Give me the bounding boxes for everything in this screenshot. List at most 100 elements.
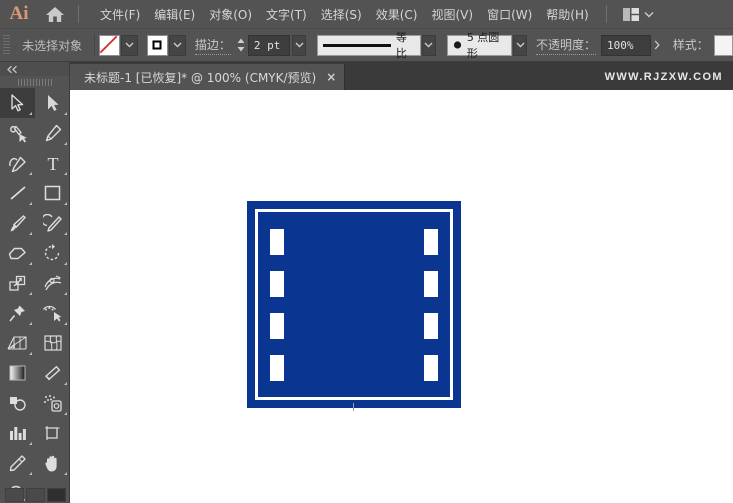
fill-dropdown-button[interactable] — [120, 34, 138, 56]
document-tab-title: 未标题-1 [已恢复]* @ 100% (CMYK/预览) — [84, 70, 317, 85]
fill-swatch-group[interactable] — [98, 34, 138, 56]
menu-help[interactable]: 帮助(H) — [539, 2, 595, 27]
arrange-documents-button[interactable] — [622, 7, 654, 21]
stroke-dropdown-button[interactable] — [168, 34, 186, 56]
eraser-icon — [8, 247, 26, 259]
tool-eyedropper[interactable] — [35, 358, 70, 388]
tool-rectangle[interactable] — [35, 178, 70, 208]
tools-panel-grip[interactable] — [0, 76, 69, 88]
color-mode-buttons — [0, 487, 70, 503]
tool-group-corner — [64, 202, 67, 205]
tool-gradient[interactable] — [0, 358, 35, 388]
tool-group-corner — [29, 352, 32, 355]
curvature-icon — [8, 156, 26, 172]
tool-hand[interactable] — [35, 448, 70, 478]
opacity-options-button[interactable] — [651, 35, 664, 56]
tool-group-corner — [29, 202, 32, 205]
perforation-left-4 — [270, 355, 284, 381]
tool-group-corner — [64, 142, 67, 145]
tool-perspective-grid[interactable] — [0, 328, 35, 358]
close-icon[interactable]: × — [326, 70, 336, 84]
stroke-weight-dropdown-button[interactable] — [292, 34, 306, 56]
tool-type[interactable]: T — [35, 148, 70, 178]
tool-eraser[interactable] — [0, 238, 35, 268]
tool-free-transform[interactable] — [0, 298, 35, 328]
tool-artboard[interactable] — [35, 418, 70, 448]
document-canvas[interactable] — [70, 90, 733, 503]
tool-mesh[interactable] — [35, 328, 70, 358]
stroke-profile-label: 等比 — [395, 31, 407, 60]
tools-panel-collapse-button[interactable] — [0, 62, 69, 76]
tool-selection[interactable] — [0, 88, 35, 118]
stroke-profile-combo[interactable]: 等比 — [316, 31, 421, 60]
artboard-icon — [45, 426, 60, 440]
document-tab[interactable]: 未标题-1 [已恢复]* @ 100% (CMYK/预览) × — [70, 64, 346, 90]
tool-pen[interactable] — [35, 118, 70, 148]
gradient-mode-button[interactable] — [25, 488, 45, 502]
tool-curvature[interactable] — [0, 148, 35, 178]
menu-select[interactable]: 选择(S) — [314, 2, 369, 27]
brush-definition-dropdown-button[interactable] — [513, 34, 527, 56]
tool-group-corner — [64, 262, 67, 265]
menu-view[interactable]: 视图(V) — [424, 2, 480, 27]
tool-direct-selection[interactable] — [35, 88, 70, 118]
tool-shape-builder[interactable] — [35, 298, 70, 328]
menu-window[interactable]: 窗口(W) — [480, 2, 539, 27]
stroke-weight-stepper[interactable] — [236, 37, 246, 53]
arrange-documents-icon — [622, 7, 639, 21]
graphic-style-swatch[interactable] — [713, 34, 733, 56]
tool-magic-wand[interactable] — [0, 118, 35, 148]
control-divider-1 — [94, 34, 95, 56]
gradient-icon — [9, 365, 26, 381]
brush-definition-combo[interactable]: 5 点圆形 — [446, 31, 513, 60]
stroke-weight-label[interactable]: 描边： — [194, 36, 231, 55]
tool-group-corner — [64, 232, 67, 235]
width-warp-icon — [43, 274, 61, 290]
tool-shaper[interactable] — [35, 208, 70, 238]
stroke-weight-input[interactable]: 2 pt — [247, 34, 291, 56]
tool-blend[interactable] — [0, 388, 35, 418]
ai-logo: Ai — [9, 3, 29, 24]
color-mode-button[interactable] — [4, 488, 24, 502]
shaper-pencil-icon — [42, 213, 62, 232]
tool-column-graph[interactable] — [0, 418, 35, 448]
tool-group-corner — [64, 112, 67, 115]
slice-knife-icon — [9, 454, 26, 471]
tool-line-segment[interactable] — [0, 178, 35, 208]
stroke-swatch-group[interactable] — [146, 34, 186, 56]
control-bar-grip[interactable] — [3, 35, 11, 55]
tool-slice[interactable] — [0, 448, 35, 478]
perspective-grid-icon — [7, 335, 27, 350]
rotate-icon — [44, 244, 60, 261]
none-mode-button[interactable] — [46, 488, 66, 502]
tool-group-corner — [29, 172, 32, 175]
stroke-swatch[interactable] — [146, 34, 168, 56]
opacity-label[interactable]: 不透明度： — [535, 36, 596, 55]
menu-effect[interactable]: 效果(C) — [369, 2, 425, 27]
menu-object[interactable]: 对象(O) — [202, 2, 259, 27]
tool-paintbrush[interactable] — [0, 208, 35, 238]
fill-swatch[interactable] — [98, 34, 120, 56]
opacity-input[interactable]: 100% — [600, 34, 652, 56]
perforation-left-3 — [270, 313, 284, 339]
tool-width[interactable] — [35, 268, 70, 298]
menu-edit[interactable]: 编辑(E) — [147, 2, 202, 27]
tool-group-corner — [64, 382, 67, 385]
perforation-right-1 — [424, 229, 438, 255]
chevron-down-icon — [644, 11, 654, 17]
tool-group-corner — [64, 322, 67, 325]
menu-type[interactable]: 文字(T) — [259, 2, 314, 27]
eyedropper-icon — [45, 365, 61, 381]
line-segment-icon — [9, 186, 26, 200]
tool-group-corner — [64, 412, 67, 415]
stroke-profile-dropdown-button[interactable] — [421, 34, 436, 56]
stepper-updown-icon — [237, 38, 245, 52]
film-strip-artwork[interactable] — [247, 201, 461, 411]
tool-rotate[interactable] — [35, 238, 70, 268]
tool-scale[interactable] — [0, 268, 35, 298]
tool-symbol-sprayer[interactable] — [35, 388, 70, 418]
illustrator-window: Ai 文件(F) 编辑(E) 对象(O) 文字(T) 选择(S) 效果(C) 视… — [0, 0, 733, 503]
home-icon[interactable] — [38, 0, 72, 28]
perforation-left-1 — [270, 229, 284, 255]
menu-file[interactable]: 文件(F) — [93, 2, 147, 27]
